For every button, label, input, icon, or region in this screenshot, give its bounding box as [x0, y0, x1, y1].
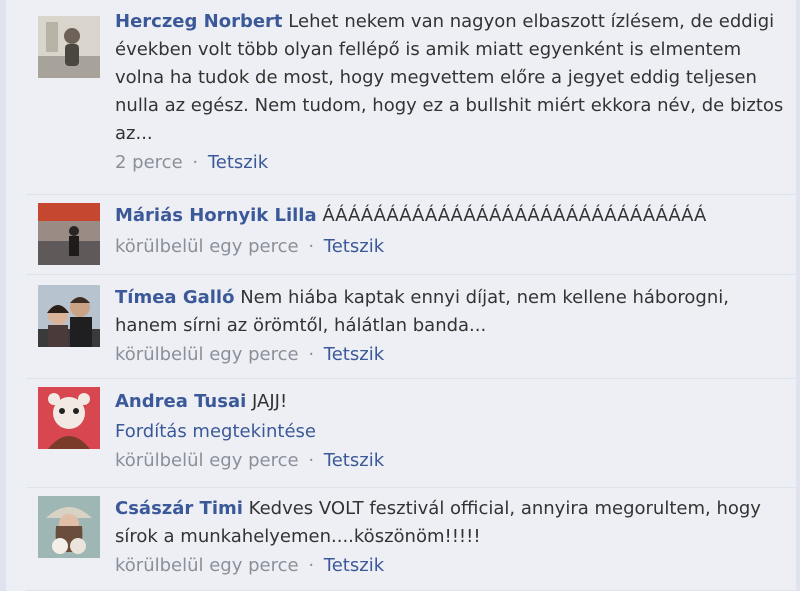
comment-meta: körülbelül egy perce · Tetszik — [115, 234, 784, 260]
avatar[interactable] — [38, 16, 100, 78]
comment-body: Tímea Galló Nem hiába kaptak ennyi díjat… — [115, 284, 784, 368]
comment-time[interactable]: körülbelül egy perce — [115, 555, 299, 576]
avatar[interactable] — [38, 496, 100, 558]
like-link[interactable]: Tetszik — [324, 344, 384, 365]
comment-text: JAJJ! — [252, 391, 288, 412]
comment-item: Herczeg Norbert Lehet nekem van nagyon e… — [26, 0, 800, 195]
comment-time[interactable]: körülbelül egy perce — [115, 344, 299, 365]
comment-item: Andrea Tusai JAJJ! Fordítás megtekintése… — [26, 380, 800, 488]
separator: · — [308, 344, 315, 365]
comment-meta: körülbelül egy perce · Tetszik — [115, 553, 784, 579]
comment-author[interactable]: Tímea Galló — [115, 287, 234, 308]
comment-meta: körülbelül egy perce · Tetszik — [115, 448, 784, 474]
comment-feed: Herczeg Norbert Lehet nekem van nagyon e… — [0, 0, 800, 591]
scrollbar[interactable] — [796, 0, 800, 591]
comment-body: Máriás Hornyik Lilla ÁÁÁÁÁÁÁÁÁÁÁÁÁÁÁÁÁÁÁ… — [115, 202, 784, 260]
comment-body: Herczeg Norbert Lehet nekem van nagyon e… — [115, 8, 784, 176]
comment-meta: 2 perce · Tetszik — [115, 150, 784, 176]
separator: · — [192, 152, 199, 173]
comment-author[interactable]: Máriás Hornyik Lilla — [115, 205, 317, 226]
comment-author[interactable]: Andrea Tusai — [115, 391, 246, 412]
like-link[interactable]: Tetszik — [324, 555, 384, 576]
like-link[interactable]: Tetszik — [208, 152, 268, 173]
avatar[interactable] — [38, 203, 100, 265]
see-translation-link[interactable]: Fordítás megtekintése — [115, 418, 784, 446]
comment-time[interactable]: körülbelül egy perce — [115, 450, 299, 471]
separator: · — [308, 450, 315, 471]
comment-time[interactable]: 2 perce — [115, 152, 183, 173]
comment-author[interactable]: Herczeg Norbert — [115, 11, 283, 32]
avatar[interactable] — [38, 387, 100, 449]
like-link[interactable]: Tetszik — [324, 450, 384, 471]
comment-body: Andrea Tusai JAJJ! Fordítás megtekintése… — [115, 388, 784, 474]
comment-time[interactable]: körülbelül egy perce — [115, 236, 299, 257]
separator: · — [308, 555, 315, 576]
like-link[interactable]: Tetszik — [324, 236, 384, 257]
comment-item: Tímea Galló Nem hiába kaptak ennyi díjat… — [26, 276, 800, 379]
comment-item: Máriás Hornyik Lilla ÁÁÁÁÁÁÁÁÁÁÁÁÁÁÁÁÁÁÁ… — [26, 196, 800, 275]
comment-item: Császár Timi Kedves VOLT fesztivál offic… — [26, 489, 800, 591]
comment-body: Császár Timi Kedves VOLT fesztivál offic… — [115, 495, 784, 579]
avatar[interactable] — [38, 285, 100, 347]
comment-text: ÁÁÁÁÁÁÁÁÁÁÁÁÁÁÁÁÁÁÁÁÁÁÁÁÁÁÁÁÁÁ — [322, 205, 707, 226]
comment-author[interactable]: Császár Timi — [115, 498, 243, 519]
comment-meta: körülbelül egy perce · Tetszik — [115, 342, 784, 368]
separator: · — [308, 236, 315, 257]
